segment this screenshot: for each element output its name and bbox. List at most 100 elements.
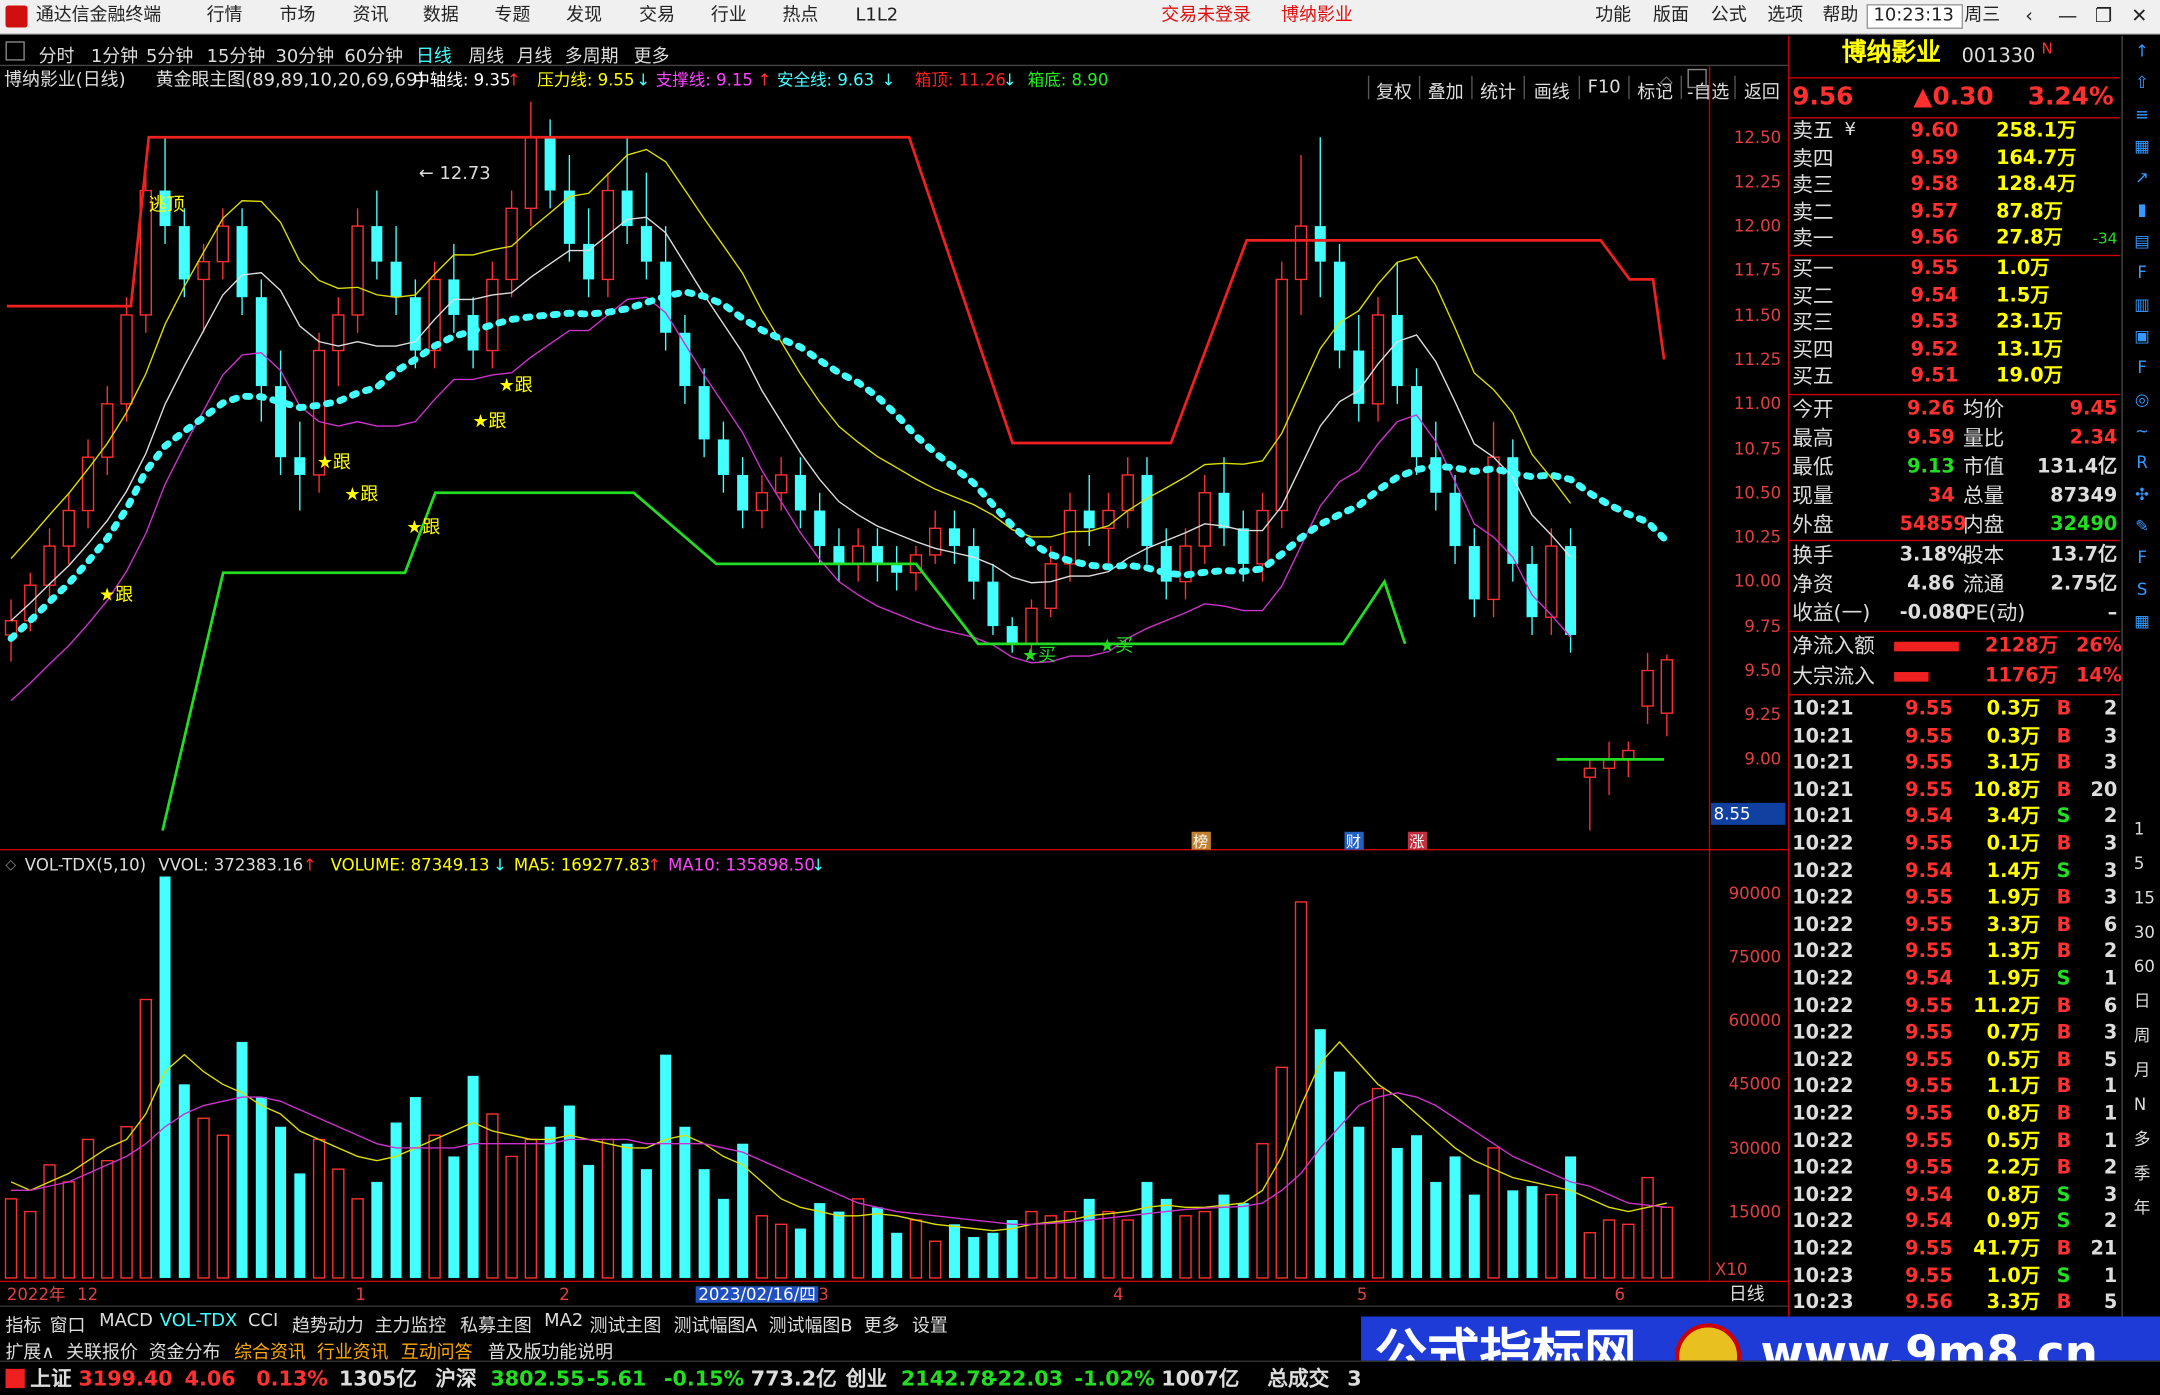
side-period-label[interactable]: 1: [2134, 821, 2145, 838]
menu-item[interactable]: 行业: [711, 7, 747, 25]
volume-chart[interactable]: [0, 851, 1788, 1281]
extension-tab[interactable]: 互动问答: [401, 1337, 473, 1364]
side-period-label[interactable]: 年: [2134, 1199, 2151, 1216]
period-tab[interactable]: 30分钟: [276, 41, 335, 68]
side-period-label[interactable]: 季: [2134, 1165, 2151, 1182]
f-icon[interactable]: F: [2128, 358, 2156, 383]
book2-icon[interactable]: ▥: [2128, 295, 2156, 320]
indicator-tab[interactable]: VOL-TDX: [160, 1311, 238, 1332]
period-tab[interactable]: 60分钟: [344, 41, 403, 68]
menu-item[interactable]: 行情: [207, 7, 243, 25]
right-menu-item[interactable]: 帮助: [1822, 7, 1858, 25]
side-period-label[interactable]: 周: [2134, 1027, 2151, 1044]
side-period-label[interactable]: 5: [2134, 855, 2145, 872]
ask-price[interactable]: 9.59: [1911, 148, 1959, 167]
bid-price[interactable]: 9.55: [1911, 259, 1959, 278]
indicator-tab[interactable]: CCI: [248, 1311, 278, 1332]
right-menu-item[interactable]: 功能: [1595, 7, 1631, 25]
rsi-icon[interactable]: R: [2128, 453, 2156, 478]
menu-item[interactable]: 资讯: [353, 7, 389, 25]
period-tab[interactable]: 日线: [416, 41, 452, 68]
extension-tab[interactable]: 普及版功能说明: [488, 1337, 613, 1364]
f10-icon[interactable]: F: [2128, 263, 2156, 288]
side-period-label[interactable]: 30: [2134, 924, 2155, 941]
candle-icon[interactable]: ▮: [2128, 200, 2156, 225]
restore-icon[interactable]: ❐: [2088, 6, 2118, 31]
indicator-tab[interactable]: MA2: [544, 1311, 583, 1332]
chart-settings-icon[interactable]: ◇: [1660, 72, 1673, 91]
side-period-label[interactable]: 多: [2134, 1131, 2151, 1148]
menu-item[interactable]: 交易: [639, 7, 675, 25]
period-tab[interactable]: 月线: [517, 41, 553, 68]
side-period-label[interactable]: 15: [2134, 890, 2155, 907]
doc-icon[interactable]: ▣: [2128, 326, 2156, 351]
right-menu-item[interactable]: 公式: [1711, 7, 1747, 25]
ask-price[interactable]: 9.57: [1911, 202, 1959, 221]
status-index-name[interactable]: 上证: [30, 1368, 71, 1390]
extension-tab[interactable]: 扩展∧: [6, 1337, 55, 1364]
list-icon[interactable]: ▤: [2128, 231, 2156, 256]
period-tab[interactable]: 多周期: [565, 41, 619, 68]
main-chart-area[interactable]: 逃顶★跟★跟★跟★跟★跟★跟★买★买← 12.73← 8.60榜财涨 博纳影业(…: [0, 66, 1789, 852]
volume-chart-area[interactable]: ◇ VOL-TDX(5,10) VVOL: 372383.16 ↑ VOLUME…: [0, 851, 1788, 1281]
side-period-label[interactable]: 60: [2134, 958, 2155, 975]
indicator-name[interactable]: 黄金眼主图(89,89,10,20,69,69): [156, 72, 425, 90]
chart-icon[interactable]: ↗: [2128, 168, 2156, 193]
kline-chart[interactable]: 逃顶★跟★跟★跟★跟★跟★跟★买★买← 12.73← 8.60榜财涨: [0, 66, 1789, 852]
vol-collapse-icon[interactable]: ◇: [6, 858, 17, 873]
f-box-icon[interactable]: F: [2128, 548, 2156, 573]
circle-icon[interactable]: ◎: [2128, 390, 2156, 415]
extension-tab[interactable]: 资金分布: [149, 1337, 221, 1364]
side-period-label[interactable]: N: [2134, 1096, 2146, 1113]
side-period-label[interactable]: 日: [2134, 993, 2151, 1010]
menu-item[interactable]: L1L2: [855, 7, 898, 25]
up-arrow-icon[interactable]: ⇧: [2128, 73, 2156, 98]
right-menu-item[interactable]: 选项: [1767, 7, 1803, 25]
period-tab[interactable]: 5分钟: [146, 41, 193, 68]
minimize-icon[interactable]: —: [2053, 6, 2083, 31]
side-period-label[interactable]: 月: [2134, 1062, 2151, 1079]
extension-tab[interactable]: 综合资讯: [234, 1337, 306, 1364]
status-index-name[interactable]: 创业: [846, 1368, 887, 1390]
vol-indicator[interactable]: VOL-TDX(5,10): [25, 857, 146, 874]
book-icon[interactable]: ≡: [2128, 105, 2156, 130]
pen-icon[interactable]: ✎: [2128, 516, 2156, 541]
bid-price[interactable]: 9.52: [1911, 340, 1959, 359]
menu-toggle-icon[interactable]: [5, 41, 25, 61]
vol-y-tick: 90000: [1728, 883, 1782, 904]
volume-bar: [1237, 1203, 1249, 1278]
trade-status[interactable]: 交易未登录: [1161, 7, 1251, 25]
period-tab[interactable]: 15分钟: [207, 41, 266, 68]
menu-item[interactable]: 市场: [280, 7, 316, 25]
menu-item[interactable]: 发现: [566, 7, 602, 25]
ask-price[interactable]: 9.56: [1911, 229, 1959, 248]
ask-volume: 87.8万: [1996, 200, 2063, 223]
back-icon[interactable]: ‹: [2014, 6, 2044, 31]
volume-bar: [1179, 1215, 1192, 1279]
move-icon[interactable]: ✣: [2128, 485, 2156, 510]
bid-price[interactable]: 9.53: [1911, 313, 1959, 332]
chart-close-icon[interactable]: [1687, 68, 1707, 89]
right-menu-item[interactable]: 版面: [1653, 7, 1689, 25]
s-box-icon[interactable]: S: [2128, 580, 2156, 605]
bid-price[interactable]: 9.51: [1911, 367, 1959, 386]
menu-item[interactable]: 热点: [782, 7, 818, 25]
menu-item[interactable]: 数据: [423, 7, 459, 25]
period-tab[interactable]: 1分钟: [91, 41, 138, 68]
bid-price[interactable]: 9.54: [1911, 286, 1959, 305]
status-index-name[interactable]: 沪深: [435, 1368, 476, 1390]
indicator-tab[interactable]: MACD: [99, 1311, 153, 1332]
period-tab[interactable]: 更多: [634, 41, 670, 68]
up-icon[interactable]: ↑: [2128, 41, 2156, 66]
grid2-icon[interactable]: ▦: [2128, 611, 2156, 636]
grid-icon[interactable]: ▦: [2128, 136, 2156, 161]
ask-price[interactable]: 9.60: [1911, 121, 1959, 140]
menu-item[interactable]: 专题: [495, 7, 531, 25]
close-icon[interactable]: ✕: [2124, 6, 2154, 31]
extension-tab[interactable]: 关联报价: [66, 1337, 138, 1364]
wave-icon[interactable]: ~: [2128, 421, 2156, 446]
period-tab[interactable]: 周线: [468, 41, 504, 68]
ask-price[interactable]: 9.58: [1911, 175, 1959, 194]
period-tab[interactable]: 分时: [39, 41, 75, 68]
extension-tab[interactable]: 行业资讯: [317, 1337, 389, 1364]
